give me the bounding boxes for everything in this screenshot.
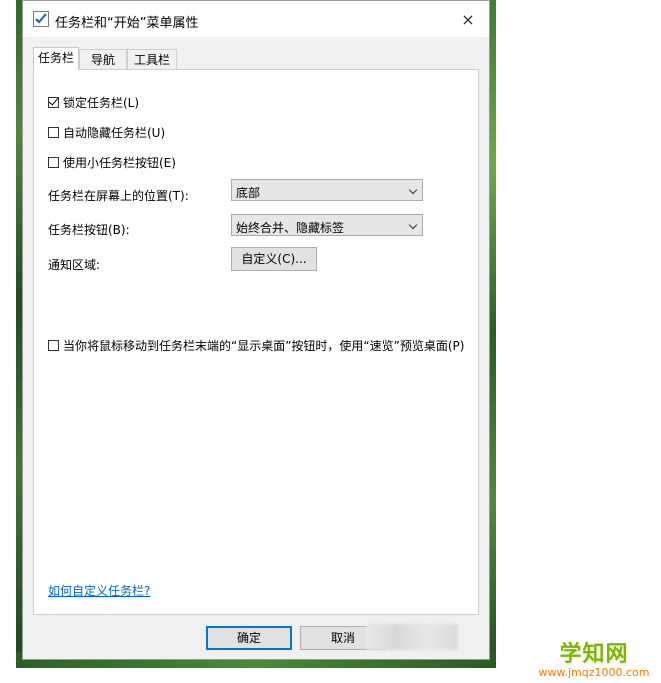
ok-button[interactable]: 确定 <box>206 626 292 650</box>
tab-panel-taskbar: 锁定任务栏(L) 自动隐藏任务栏(U) 使用小任务栏按钮(E) 任务栏在屏幕上的… <box>33 69 479 615</box>
title-bar: 任务栏和“开始”菜单属性 × <box>23 1 489 37</box>
peek-option[interactable]: 当你将鼠标移动到任务栏末端的“显示桌面”按钮时，使用“速览”预览桌面(P) <box>48 337 464 354</box>
peek-label: 当你将鼠标移动到任务栏末端的“显示桌面”按钮时，使用“速览”预览桌面(P) <box>63 339 465 353</box>
taskbar-position-dropdown[interactable]: 底部 <box>231 179 423 201</box>
blurred-apply-button <box>366 624 458 650</box>
auto-hide-label: 自动隐藏任务栏(U) <box>63 126 166 140</box>
lock-taskbar-label: 锁定任务栏(L) <box>63 96 140 110</box>
auto-hide-checkbox[interactable] <box>48 127 59 138</box>
close-icon: × <box>461 9 475 29</box>
chevron-down-icon <box>408 220 418 230</box>
lock-taskbar-option[interactable]: 锁定任务栏(L) <box>48 94 139 111</box>
lock-taskbar-checkbox[interactable] <box>48 95 59 108</box>
taskbar-position-label: 任务栏在屏幕上的位置(T): <box>48 189 189 203</box>
taskbar-buttons-dropdown[interactable]: 始终合并、隐藏标签 <box>231 214 423 236</box>
watermark-title: 学知网 <box>559 642 629 667</box>
window-title: 任务栏和“开始”菜单属性 <box>55 16 199 31</box>
taskbar-position-value: 底部 <box>236 186 261 200</box>
chevron-down-icon <box>408 185 418 195</box>
notification-area-label: 通知区域: <box>48 258 101 272</box>
tab-navigation[interactable]: 导航 <box>79 49 127 69</box>
tab-toolbars[interactable]: 工具栏 <box>127 49 177 69</box>
checkbox-window-icon <box>33 11 49 27</box>
small-buttons-option[interactable]: 使用小任务栏按钮(E) <box>48 154 176 171</box>
customize-notification-button[interactable]: 自定义(C)... <box>231 247 317 271</box>
watermark-url: www.jmqz1000.com <box>538 666 650 679</box>
auto-hide-option[interactable]: 自动隐藏任务栏(U) <box>48 124 165 141</box>
help-link[interactable]: 如何自定义任务栏? <box>48 582 150 599</box>
taskbar-buttons-value: 始终合并、隐藏标签 <box>236 221 345 235</box>
taskbar-buttons-label: 任务栏按钮(B): <box>48 223 130 237</box>
small-buttons-checkbox[interactable] <box>48 157 59 168</box>
tab-taskbar[interactable]: 任务栏 <box>33 47 79 70</box>
close-button[interactable]: × <box>455 7 481 31</box>
site-watermark: 学知网 www.jmqz1000.com <box>538 636 650 679</box>
taskbar-properties-dialog: 任务栏和“开始”菜单属性 × 任务栏 导航 工具栏 锁定任务栏(L) 自动隐藏任… <box>22 0 490 660</box>
small-buttons-label: 使用小任务栏按钮(E) <box>63 156 176 170</box>
check-icon <box>48 95 59 106</box>
peek-checkbox[interactable] <box>48 340 59 351</box>
